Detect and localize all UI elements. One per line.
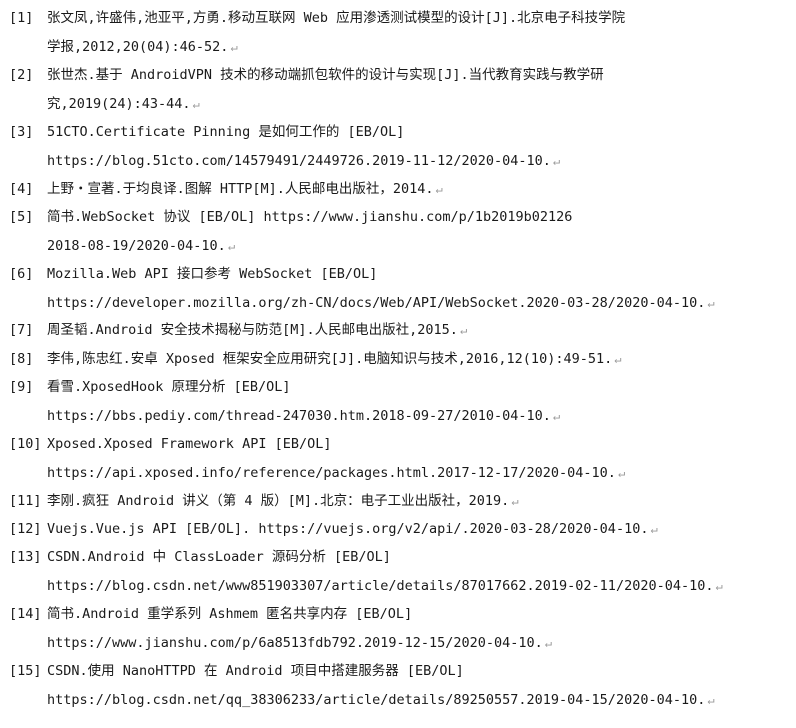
reference-number: [15] — [9, 663, 42, 679]
reference-line: 究,2019(24):43-44. ↵ — [47, 96, 200, 112]
reference-line: CSDN.使用 NanoHTTPD 在 Android 项目中搭建服务器 [EB… — [47, 663, 464, 679]
paragraph-mark-icon: ↵ — [614, 352, 622, 366]
reference-number: [3] — [9, 124, 34, 140]
paragraph-mark-icon: ↵ — [707, 296, 715, 310]
reference-number: [12] — [9, 521, 42, 537]
reference-line: Mozilla.Web API 接口参考 WebSocket [EB/OL] — [47, 266, 378, 282]
reference-line: 李刚.疯狂 Android 讲义（第 4 版）[M].北京：电子工业出版社，20… — [47, 493, 519, 509]
reference-line: 周圣韬.Android 安全技术揭秘与防范[M].人民邮电出版社,2015. ↵ — [47, 322, 468, 338]
paragraph-mark-icon: ↵ — [552, 154, 561, 168]
reference-line: Xposed.Xposed Framework API [EB/OL] — [47, 436, 332, 452]
reference-line: CSDN.Android 中 ClassLoader 源码分析 [EB/OL] — [47, 549, 391, 565]
paragraph-mark-icon: ↵ — [552, 409, 561, 423]
reference-line: 李伟,陈忠红.安卓 Xposed 框架安全应用研究[J].电脑知识与技术,201… — [47, 351, 622, 367]
paragraph-mark-icon: ↵ — [511, 494, 519, 508]
paragraph-mark-icon: ↵ — [459, 323, 468, 337]
reference-line: https://blog.csdn.net/qq_38306233/articl… — [47, 692, 715, 708]
paragraph-mark-icon: ↵ — [230, 40, 238, 54]
reference-number: [8] — [9, 351, 34, 367]
paragraph-mark-icon: ↵ — [715, 579, 723, 593]
paragraph-mark-icon: ↵ — [650, 522, 658, 536]
paragraph-mark-icon: ↵ — [544, 636, 553, 650]
reference-number: [5] — [9, 209, 34, 225]
reference-line: 简书.Android 重学系列 Ashmem 匿名共享内存 [EB/OL] — [47, 606, 413, 622]
reference-line: https://bbs.pediy.com/thread-247030.htm.… — [47, 408, 561, 424]
paragraph-mark-icon: ↵ — [227, 239, 236, 253]
reference-number: [7] — [9, 322, 34, 338]
reference-line: Vuejs.Vue.js API [EB/OL]. https://vuejs.… — [47, 521, 658, 537]
reference-line: https://blog.51cto.com/14579491/2449726.… — [47, 153, 561, 169]
reference-list: [1] 张文凤,许盛伟,池亚平,方勇.移动互联网 Web 应用渗透测试模型的设计… — [0, 0, 796, 728]
reference-line: 学报,2012,20(04):46-52. ↵ — [47, 39, 238, 55]
reference-line: 2018-08-19/2020-04-10. ↵ — [47, 238, 236, 254]
reference-line: 张文凤,许盛伟,池亚平,方勇.移动互联网 Web 应用渗透测试模型的设计[J].… — [47, 10, 626, 26]
reference-line: 看雪.XposedHook 原理分析 [EB/OL] — [47, 379, 291, 395]
reference-number: [9] — [9, 379, 34, 395]
reference-number: [4] — [9, 181, 34, 197]
reference-number: [10] — [9, 436, 42, 452]
reference-number: [2] — [9, 67, 34, 83]
reference-number: [14] — [9, 606, 42, 622]
paragraph-mark-icon: ↵ — [707, 693, 715, 707]
reference-line: https://blog.csdn.net/www851903307/artic… — [47, 578, 723, 594]
reference-line: 简书.WebSocket 协议 [EB/OL] https://www.jian… — [47, 209, 573, 225]
reference-line: https://api.xposed.info/reference/packag… — [47, 465, 626, 481]
paragraph-mark-icon: ↵ — [617, 466, 626, 480]
reference-number: [1] — [9, 10, 34, 26]
reference-number: [11] — [9, 493, 42, 509]
reference-line: 51CTO.Certificate Pinning 是如何工作的 [EB/OL] — [47, 124, 405, 140]
paragraph-mark-icon: ↵ — [192, 97, 200, 111]
reference-line: 张世杰.基于 AndroidVPN 技术的移动端抓包软件的设计与实现[J].当代… — [47, 67, 604, 83]
reference-number: [6] — [9, 266, 34, 282]
reference-line: https://www.jianshu.com/p/6a8513fdb792.2… — [47, 635, 553, 651]
reference-line: 上野・宣著.于均良译.图解 HTTP[M].人民邮电出版社，2014. ↵ — [47, 181, 443, 197]
paragraph-mark-icon: ↵ — [435, 182, 443, 196]
reference-number: [13] — [9, 549, 42, 565]
reference-line: https://developer.mozilla.org/zh-CN/docs… — [47, 295, 715, 311]
